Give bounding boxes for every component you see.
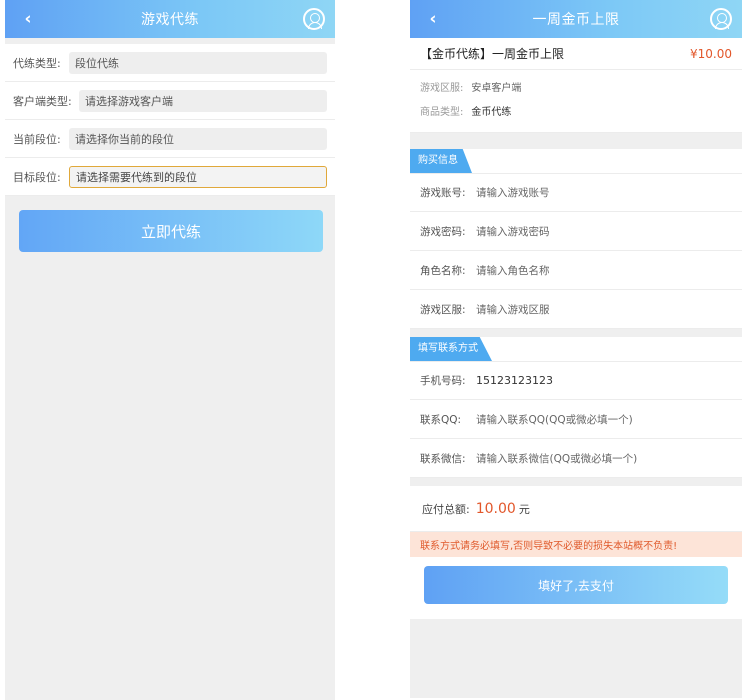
total-unit: 元 [518,502,530,516]
divider [410,329,742,337]
client-type-label: 客户端类型: [13,94,72,108]
purchase-section-title: 购买信息 [410,149,472,173]
meta-product-type-value: 金币代练 [471,106,512,118]
field-qq: 联系QQ: 请输入联系QQ(QQ或微必填一个) [410,400,742,439]
role-name-input[interactable]: 请输入角色名称 [476,263,550,278]
form-row-target-rank: 目标段位: 请选择需要代练到的段位 [5,158,335,196]
total-amount: 10.00 [475,500,516,517]
phone-label: 手机号码: [420,375,466,387]
game-server-label: 游戏区服: [420,303,466,316]
pay-button[interactable]: 填好了,去支付 [424,566,728,604]
boost-form: 代练类型: 段位代练 客户端类型: 请选择游戏客户端 当前段位: 请选择你当前的… [5,44,335,196]
right-header: ‹ 一周金币上限 [410,0,742,38]
divider [410,478,742,486]
product-name: 【金币代练】一周金币上限 [420,47,565,61]
product-row: 【金币代练】一周金币上限 ¥10.00 [410,38,742,70]
total-label: 应付总额: [422,502,470,516]
meta-server-value: 安卓客户端 [471,82,522,94]
page-title: 一周金币上限 [532,12,620,28]
total-row: 应付总额: 10.00 元 [410,486,742,532]
boost-type-select[interactable]: 段位代练 [69,51,327,74]
game-server-input[interactable]: 请输入游戏区服 [476,302,550,317]
form-row-boost-type: 代练类型: 段位代练 [5,44,335,82]
qq-label: 联系QQ: [420,413,462,426]
payment-spacer [410,613,742,619]
game-password-input[interactable]: 请输入游戏密码 [476,224,550,239]
meta-server: 游戏区服: 安卓客户端 [420,74,732,98]
field-phone: 手机号码: 15123123123 [410,361,742,400]
boost-now-button[interactable]: 立即代练 [19,210,323,252]
contact-section-tag: 填写联系方式 [410,337,742,361]
field-role-name: 角色名称: 请输入角色名称 [410,251,742,290]
contact-section: 填写联系方式 手机号码: 15123123123 联系QQ: 请输入联系QQ(Q… [410,337,742,478]
meta-product-type-label: 商品类型: [420,106,464,118]
left-header: ‹ 游戏代练 [5,0,335,38]
role-name-label: 角色名称: [420,264,466,277]
field-wechat: 联系微信: 请输入联系微信(QQ或微必填一个) [410,439,742,478]
user-icon[interactable] [710,8,732,30]
field-game-account: 游戏账号: 请输入游戏账号 [410,173,742,212]
meta-server-label: 游戏区服: [420,82,464,94]
right-screen: ‹ 一周金币上限 【金币代练】一周金币上限 ¥10.00 游戏区服: 安卓客户端… [410,0,742,698]
game-account-label: 游戏账号: [420,187,466,199]
contact-section-title: 填写联系方式 [410,337,492,361]
wechat-input[interactable]: 请输入联系微信(QQ或微必填一个) [476,451,637,466]
page-title: 游戏代练 [141,12,199,28]
divider [410,133,742,149]
purchase-section: 购买信息 游戏账号: 请输入游戏账号 游戏密码: 请输入游戏密码 角色名称: 请… [410,149,742,329]
payment-section: 应付总额: 10.00 元 联系方式请务必填写,否则导致不必要的损失本站概不负责… [410,486,742,619]
field-game-server: 游戏区服: 请输入游戏区服 [410,290,742,329]
left-screen: ‹ 游戏代练 代练类型: 段位代练 客户端类型: 请选择游戏客户端 当前段位: … [5,0,335,700]
form-row-current-rank: 当前段位: 请选择你当前的段位 [5,120,335,158]
game-password-label: 游戏密码: [420,225,466,238]
back-icon[interactable]: ‹ [424,9,442,29]
product-meta: 游戏区服: 安卓客户端 商品类型: 金币代练 [410,70,742,133]
target-rank-label: 目标段位: [13,170,61,184]
form-row-client-type: 客户端类型: 请选择游戏客户端 [5,82,335,120]
purchase-section-tag: 购买信息 [410,149,742,173]
back-icon[interactable]: ‹ [19,9,37,29]
meta-product-type: 商品类型: 金币代练 [420,98,732,122]
client-type-select[interactable]: 请选择游戏客户端 [79,89,327,112]
current-rank-label: 当前段位: [13,132,61,146]
contact-notice: 联系方式请务必填写,否则导致不必要的损失本站概不负责! [410,532,742,557]
user-icon[interactable] [303,8,325,30]
wechat-label: 联系微信: [420,452,466,465]
field-game-password: 游戏密码: 请输入游戏密码 [410,212,742,251]
current-rank-select[interactable]: 请选择你当前的段位 [69,127,327,150]
phone-input[interactable]: 15123123123 [476,374,553,387]
game-account-input[interactable]: 请输入游戏账号 [476,185,550,200]
product-price: ¥10.00 [690,46,732,61]
boost-type-label: 代练类型: [13,56,61,70]
qq-input[interactable]: 请输入联系QQ(QQ或微必填一个) [476,412,633,427]
product-card: 【金币代练】一周金币上限 ¥10.00 游戏区服: 安卓客户端 商品类型: 金币… [410,38,742,133]
target-rank-select[interactable]: 请选择需要代练到的段位 [69,165,327,188]
